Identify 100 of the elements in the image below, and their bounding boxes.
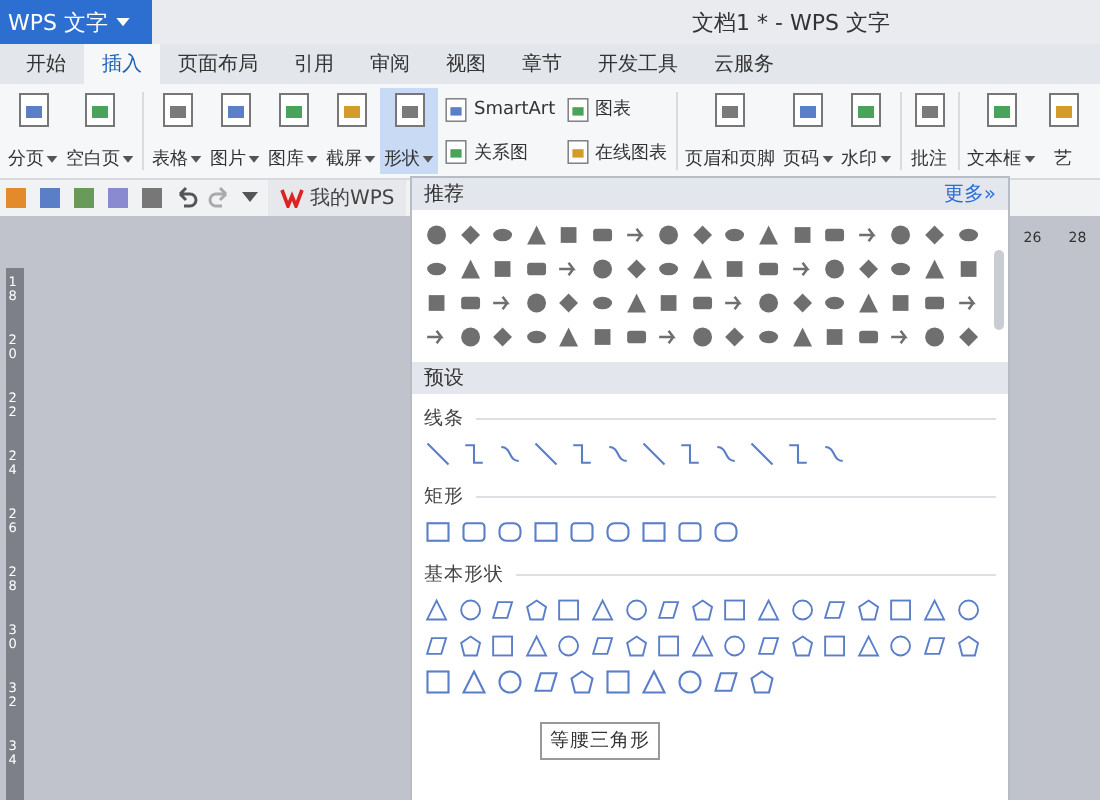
shape-icon[interactable] [748,440,776,468]
shape-icon[interactable] [888,596,914,624]
shape-icon[interactable] [490,256,516,282]
shape-icon[interactable] [623,256,649,282]
shape-icon[interactable] [789,632,815,660]
shape-icon[interactable] [722,324,748,350]
ribbon-button[interactable]: 关系图 [442,138,556,167]
shape-icon[interactable] [496,668,524,696]
ribbon-tab[interactable]: 引用 [276,44,352,84]
shape-icon[interactable] [640,668,668,696]
shape-icon[interactable] [712,440,740,468]
shape-icon[interactable] [755,632,782,660]
ribbon-tab[interactable]: 页面布局 [160,44,276,84]
ribbon-tab[interactable]: 章节 [504,44,580,84]
ribbon-button[interactable]: 艺 [1039,88,1088,174]
shape-icon[interactable] [424,222,450,248]
more-link[interactable]: 更多» [943,180,996,208]
document-tab[interactable]: 我的WPS [268,180,407,216]
shape-icon[interactable] [656,290,682,316]
shape-icon[interactable] [532,668,560,696]
shape-icon[interactable] [789,596,815,624]
shape-icon[interactable] [640,518,668,546]
ribbon-tab[interactable]: 开发工具 [580,44,696,84]
shape-icon[interactable] [604,668,632,696]
shape-icon[interactable] [457,256,483,282]
shape-icon[interactable] [490,324,516,350]
shape-icon[interactable] [532,440,560,468]
shape-icon[interactable] [689,596,715,624]
shape-icon[interactable] [689,632,715,660]
shape-icon[interactable] [490,596,516,624]
ribbon-button[interactable]: 水印 [837,88,896,174]
shape-icon[interactable] [556,632,582,660]
shape-icon[interactable] [955,324,981,350]
shape-icon[interactable] [424,668,452,696]
ribbon-button[interactable]: 图片 [206,88,264,174]
shape-icon[interactable] [424,290,450,316]
shape-icon[interactable] [784,440,812,468]
ribbon-button[interactable]: 形状 [380,88,438,174]
shape-icon[interactable] [955,596,981,624]
shape-icon[interactable] [676,518,704,546]
shape-icon[interactable] [623,222,649,248]
shape-icon[interactable] [822,324,848,350]
shape-icon[interactable] [568,518,596,546]
ribbon-button[interactable]: 空白页 [62,88,138,174]
shape-icon[interactable] [490,632,516,660]
shape-icon[interactable] [640,440,668,468]
shape-icon[interactable] [855,596,881,624]
redo-icon[interactable] [208,186,232,210]
shape-icon[interactable] [689,324,715,350]
shape-icon[interactable] [888,290,914,316]
ribbon-tab[interactable]: 插入 [84,44,160,84]
shape-icon[interactable] [921,222,947,248]
app-menu-button[interactable]: WPS 文字 [0,0,152,44]
toolbar-icon[interactable] [106,186,130,210]
shape-icon[interactable] [712,668,740,696]
shape-icon[interactable] [656,222,682,248]
shape-icon[interactable] [523,222,549,248]
toolbar-icon[interactable] [38,186,62,210]
shape-icon[interactable] [789,222,815,248]
shape-icon[interactable] [855,290,881,316]
shape-icon[interactable] [556,222,582,248]
shape-icon[interactable] [820,440,848,468]
shape-icon[interactable] [589,632,616,660]
shape-icon[interactable] [589,324,616,350]
shape-icon[interactable] [460,440,488,468]
shape-icon[interactable] [457,596,483,624]
shape-icon[interactable] [755,222,782,248]
shape-icon[interactable] [722,256,748,282]
ribbon-button[interactable]: 批注 [905,88,954,174]
shape-icon[interactable] [748,668,776,696]
ribbon-button[interactable]: SmartArt [442,95,556,124]
shape-icon[interactable] [457,324,483,350]
shape-icon[interactable] [457,632,483,660]
ribbon-button[interactable]: 截屏 [322,88,380,174]
shape-icon[interactable] [789,324,815,350]
shape-icon[interactable] [955,256,981,282]
shape-icon[interactable] [460,518,488,546]
ribbon-button[interactable]: 分页 [4,88,62,174]
shape-icon[interactable] [424,632,450,660]
shape-icon[interactable] [722,596,748,624]
shape-icon[interactable] [556,290,582,316]
shape-icon[interactable] [955,290,981,316]
ribbon-tab[interactable]: 视图 [428,44,504,84]
ribbon-button[interactable]: 图表 [563,95,668,124]
toolbar-icon[interactable] [4,186,28,210]
shape-icon[interactable] [523,290,549,316]
scrollbar-thumb[interactable] [994,250,1004,330]
shape-icon[interactable] [623,632,649,660]
ribbon-button[interactable]: 表格 [148,88,206,174]
shape-icon[interactable] [789,256,815,282]
shape-icon[interactable] [712,518,740,546]
ribbon-button[interactable]: 图库 [264,88,322,174]
shape-icon[interactable] [755,596,782,624]
shape-icon[interactable] [921,632,947,660]
shape-icon[interactable] [424,440,452,468]
shape-icon[interactable] [424,518,452,546]
ribbon-tab[interactable]: 审阅 [352,44,428,84]
shape-icon[interactable] [689,222,715,248]
shape-icon[interactable] [589,256,616,282]
ribbon-tab[interactable]: 云服务 [696,44,792,84]
